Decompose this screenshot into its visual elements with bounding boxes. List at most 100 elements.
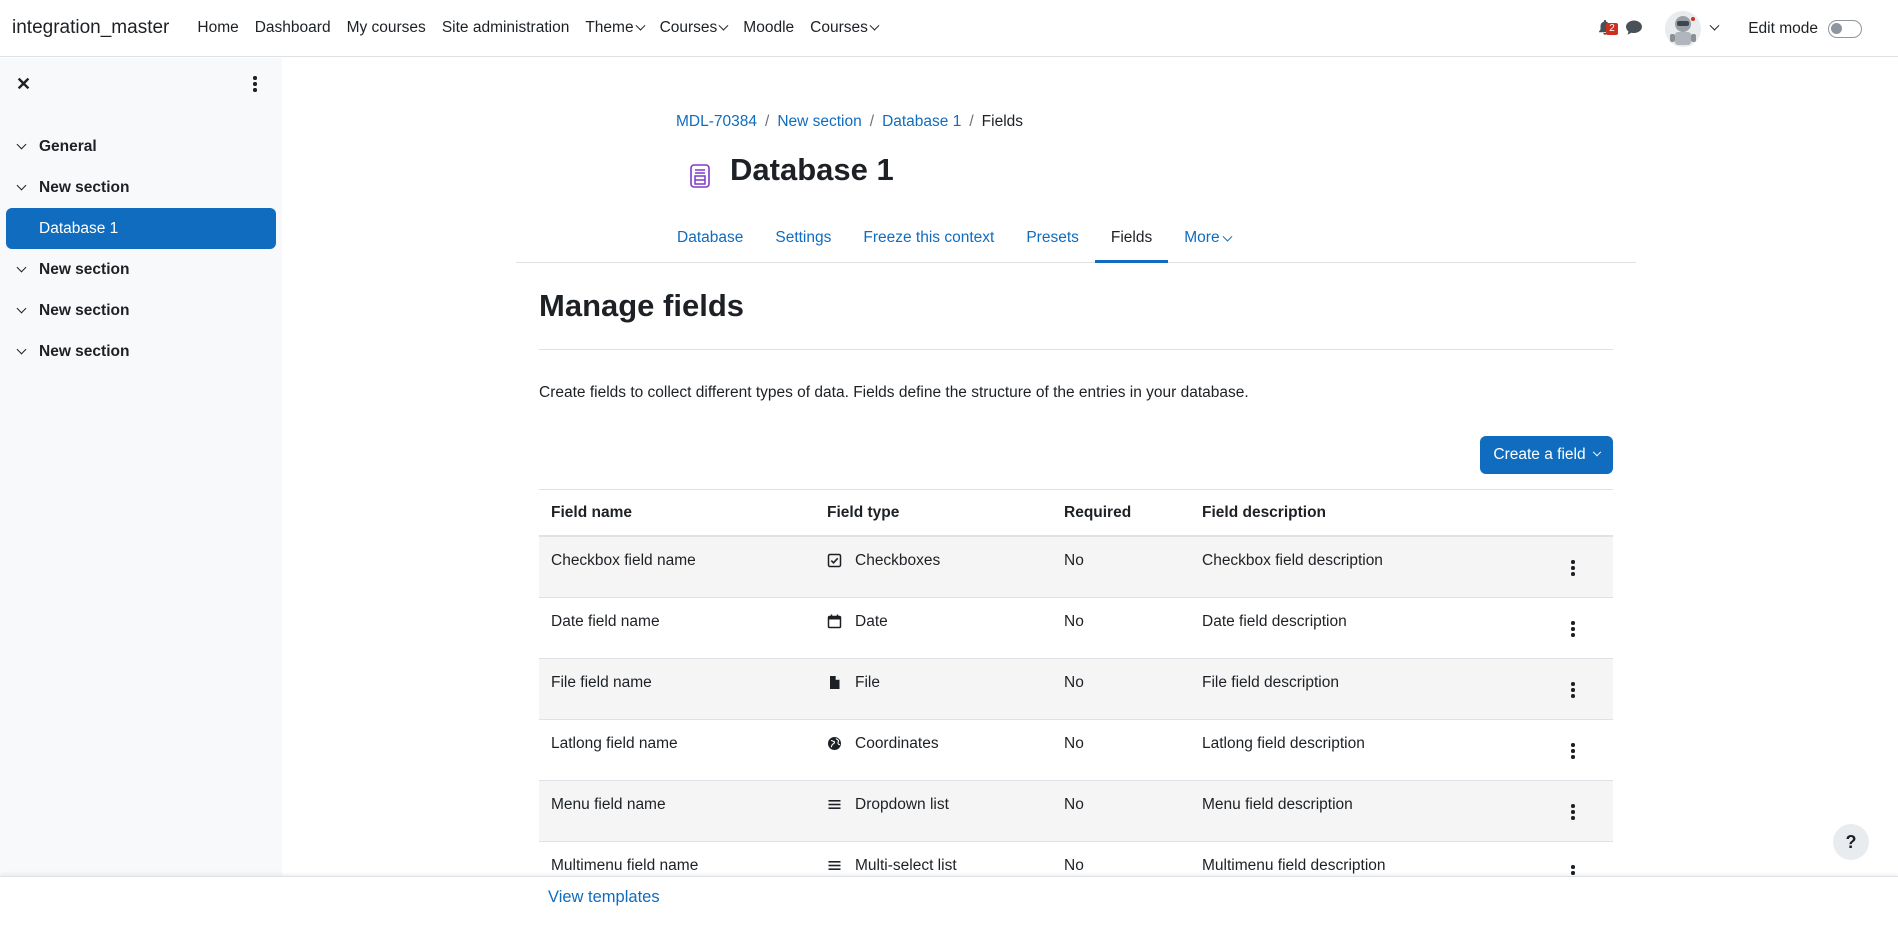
user-menu-chevron-down-icon[interactable]: [1709, 20, 1720, 31]
nav-theme-dropdown[interactable]: Theme: [577, 19, 651, 37]
chevron-down-icon: [635, 20, 646, 31]
breadcrumb-activity[interactable]: Database 1: [882, 113, 961, 131]
column-header-field-description: Field description: [1202, 503, 1327, 521]
drawer-activity-database-1[interactable]: Database 1: [6, 208, 276, 249]
close-drawer-icon[interactable]: ✕: [16, 74, 31, 95]
edit-mode-toggle[interactable]: [1828, 19, 1862, 38]
required-cell: No: [1064, 735, 1084, 752]
table-header-row: Field name Field type Required Field des…: [539, 489, 1613, 537]
list-icon: [827, 797, 843, 813]
heading-divider: [539, 349, 1613, 350]
field-description-cell: Menu field description: [1202, 796, 1353, 813]
drawer-section-general[interactable]: General: [0, 126, 282, 167]
breadcrumb-section[interactable]: New section: [777, 113, 861, 131]
row-actions-menu[interactable]: [1533, 552, 1613, 578]
drawer-options-kebab-icon[interactable]: [250, 76, 260, 94]
breadcrumb-separator: /: [969, 113, 974, 130]
nav-my-courses[interactable]: My courses: [339, 19, 434, 37]
drawer-activity-label: Database 1: [39, 219, 119, 237]
row-actions-menu[interactable]: [1533, 613, 1613, 639]
chevron-down-icon[interactable]: [16, 303, 27, 314]
list-icon: [827, 858, 843, 874]
chevron-down-icon[interactable]: [16, 180, 27, 191]
tab-more-dropdown[interactable]: More: [1168, 212, 1246, 263]
messages-button[interactable]: [1625, 19, 1645, 39]
field-type-cell: Multi-select list: [815, 857, 1052, 875]
sticky-footer: [0, 876, 1898, 951]
tab-freeze-this-context[interactable]: Freeze this context: [847, 212, 1010, 263]
breadcrumb-course[interactable]: MDL-70384: [676, 113, 757, 131]
kebab-menu-icon[interactable]: [1571, 804, 1575, 822]
page-title: Database 1: [730, 152, 894, 187]
row-actions-menu[interactable]: [1533, 674, 1613, 700]
required-cell: No: [1064, 857, 1084, 874]
table-row: Date field name Date No Date field descr…: [539, 598, 1613, 659]
row-actions-menu[interactable]: [1533, 796, 1613, 822]
column-header-field-name: Field name: [551, 503, 632, 521]
course-index-drawer: ✕ General New section Database 1 New sec…: [0, 58, 282, 876]
site-brand[interactable]: integration_master: [12, 17, 169, 39]
field-type-cell: Date: [815, 613, 1052, 631]
navbar-user-area: 2 Edit mode: [1597, 0, 1898, 57]
notifications-button[interactable]: 2: [1597, 19, 1618, 39]
chevron-down-icon[interactable]: [16, 139, 27, 150]
field-description-cell: Multimenu field description: [1202, 857, 1386, 874]
help-button[interactable]: ?: [1833, 824, 1869, 860]
field-type-label: Date: [855, 613, 888, 630]
row-actions-menu[interactable]: [1533, 735, 1613, 761]
drawer-section-new-section-4[interactable]: New section: [0, 331, 282, 372]
drawer-section-new-section-3[interactable]: New section: [0, 290, 282, 331]
tab-presets[interactable]: Presets: [1010, 212, 1095, 263]
nav-moodle-label: Moodle: [743, 19, 795, 36]
page-header: Database 1: [686, 148, 894, 192]
field-description-cell: Date field description: [1202, 613, 1347, 630]
nav-moodle[interactable]: Moodle: [735, 19, 802, 37]
globe-icon: [827, 736, 843, 752]
chevron-down-icon[interactable]: [16, 262, 27, 273]
required-cell: No: [1064, 674, 1084, 691]
drawer-section-new-section[interactable]: New section: [0, 167, 282, 208]
field-name-cell: Date field name: [551, 613, 660, 630]
create-field-button[interactable]: Create a field: [1480, 436, 1613, 474]
drawer-section-new-section-2[interactable]: New section: [0, 249, 282, 290]
checkbox-icon: [827, 553, 843, 569]
chevron-down-icon[interactable]: [16, 344, 27, 355]
nav-site-administration[interactable]: Site administration: [434, 19, 578, 37]
kebab-menu-icon[interactable]: [1571, 682, 1575, 700]
manage-fields-heading: Manage fields: [539, 288, 744, 323]
toggle-knob: [1831, 22, 1842, 34]
kebab-menu-icon[interactable]: [1571, 560, 1575, 578]
tab-settings[interactable]: Settings: [759, 212, 847, 263]
chevron-down-icon: [718, 20, 729, 31]
column-header-actions: [1533, 509, 1613, 517]
user-avatar[interactable]: [1665, 10, 1702, 47]
nav-courses-dropdown-2[interactable]: Courses: [802, 19, 886, 37]
breadcrumb-separator: /: [869, 113, 875, 130]
table-row: File field name File No File field descr…: [539, 659, 1613, 720]
tab-database[interactable]: Database: [516, 212, 759, 263]
view-templates-link[interactable]: View templates: [548, 888, 660, 907]
table-row: Latlong field name Coordinates No Latlon…: [539, 720, 1613, 781]
field-type-cell: Dropdown list: [815, 796, 1052, 814]
top-navbar: integration_master Home Dashboard My cou…: [0, 0, 1898, 57]
kebab-menu-icon[interactable]: [1571, 743, 1575, 761]
calendar-icon: [827, 614, 843, 630]
field-type-cell: Coordinates: [815, 735, 1052, 753]
tab-fields[interactable]: Fields: [1094, 212, 1169, 263]
nav-home-label: Home: [197, 19, 239, 36]
nav-home[interactable]: Home: [189, 19, 246, 37]
field-type-label: Dropdown list: [855, 796, 949, 813]
notification-count-badge: 2: [1606, 22, 1618, 35]
field-type-cell: File: [815, 674, 1052, 692]
file-icon: [827, 675, 843, 691]
robot-avatar-icon: [1665, 10, 1702, 47]
drawer-section-label: New section: [39, 342, 130, 360]
drawer-section-label: New section: [39, 301, 130, 319]
breadcrumb-current: Fields: [981, 113, 1024, 130]
nav-dashboard[interactable]: Dashboard: [247, 19, 339, 37]
drawer-section-label: General: [39, 137, 97, 155]
nav-my-courses-label: My courses: [346, 19, 426, 36]
nav-courses-dropdown[interactable]: Courses: [652, 19, 736, 37]
nav-dashboard-label: Dashboard: [254, 19, 331, 36]
kebab-menu-icon[interactable]: [1571, 621, 1575, 639]
